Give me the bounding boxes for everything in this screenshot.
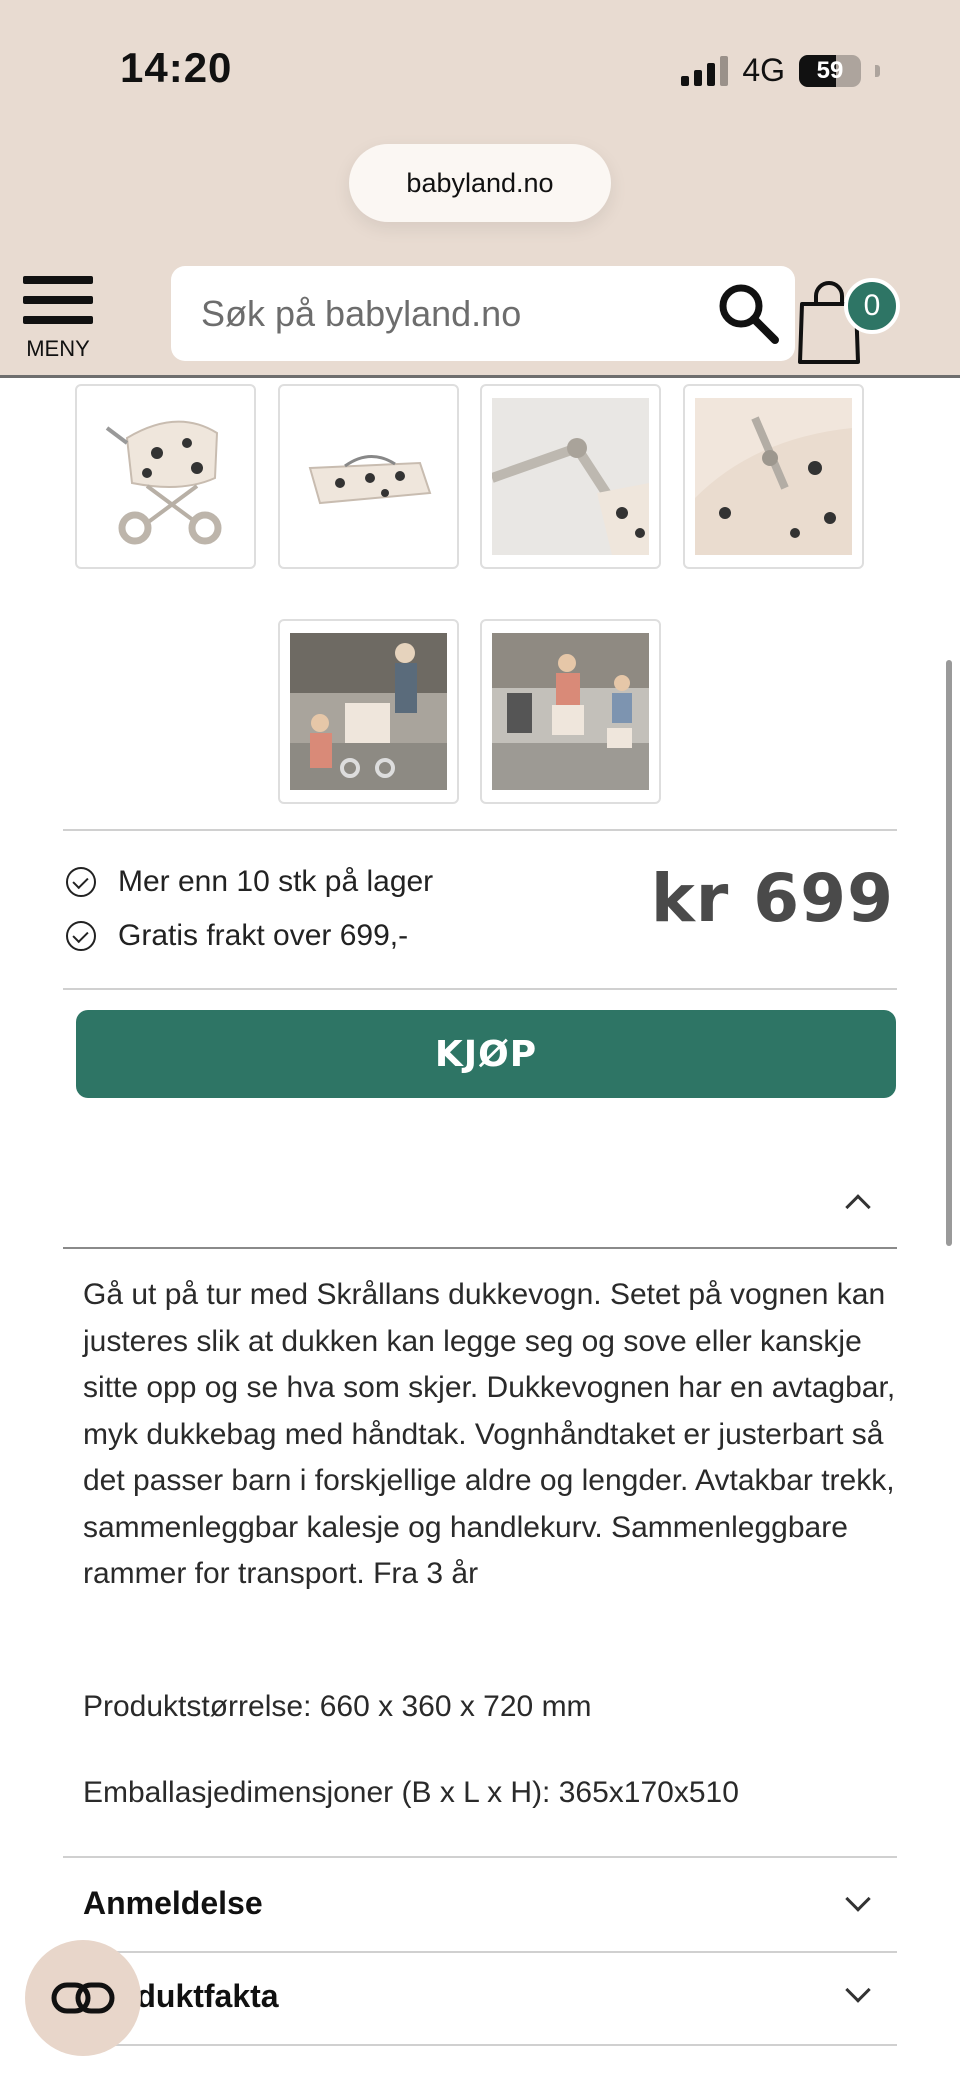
- divider: [63, 2044, 897, 2046]
- chevron-down-icon: [845, 1886, 871, 1912]
- network-type: 4G: [742, 52, 785, 88]
- product-facts-accordion[interactable]: Produktfakta: [63, 1953, 897, 2045]
- description-accordion-header[interactable]: [63, 1160, 897, 1248]
- url-bar[interactable]: babyland.no: [349, 144, 611, 222]
- stock-status: Mer enn 10 stk på lager: [66, 865, 433, 899]
- divider: [63, 988, 897, 990]
- divider: [63, 829, 897, 831]
- product-description: Gå ut på tur med Skrållans dukkevogn. Se…: [83, 1278, 896, 1590]
- hood-detail-icon: [695, 398, 852, 555]
- site-header: 14:20 4G 59 babyland.no MENY 0: [0, 0, 960, 378]
- lifestyle-photo-1-icon: [290, 633, 447, 790]
- shipping-text: Gratis frakt over 699,-: [118, 919, 409, 952]
- buy-button[interactable]: KJØP: [76, 1010, 896, 1098]
- divider: [63, 1247, 897, 1249]
- lifestyle-photo-2-icon: [492, 633, 649, 790]
- thumbnail-2[interactable]: [278, 384, 459, 569]
- product-price: kr 699: [650, 860, 894, 937]
- thumbnail-6[interactable]: [480, 619, 661, 804]
- chat-button[interactable]: [25, 1940, 141, 2056]
- status-indicators: 4G 59: [681, 52, 880, 89]
- link-loop-icon: [51, 1982, 115, 2014]
- thumbnail-5[interactable]: [278, 619, 459, 804]
- reviews-title: Anmeldelse: [83, 1885, 263, 1921]
- thumbnail-4[interactable]: [683, 384, 864, 569]
- cart-count-badge[interactable]: 0: [844, 278, 900, 334]
- shipping-info: Gratis frakt over 699,-: [66, 919, 408, 953]
- thumbnail-3[interactable]: [480, 384, 661, 569]
- search-icon[interactable]: [713, 278, 785, 350]
- menu-label: MENY: [26, 336, 90, 361]
- reviews-accordion[interactable]: Anmeldelse: [63, 1858, 897, 1950]
- scrollbar[interactable]: [946, 660, 952, 1246]
- chevron-down-icon: [845, 1977, 871, 2003]
- doll-pram-icon: [87, 398, 244, 555]
- package-size: Emballasjedimensjoner (B x L x H): 365x1…: [83, 1776, 739, 1809]
- frame-hinge-icon: [492, 398, 649, 555]
- signal-icon: [681, 55, 729, 86]
- search-bar: [171, 266, 795, 361]
- carrycot-icon: [290, 398, 447, 555]
- status-time: 14:20: [120, 44, 233, 91]
- menu-button[interactable]: MENY: [20, 276, 96, 376]
- check-circle-icon: [66, 921, 96, 951]
- product-size: Produktstørrelse: 660 x 360 x 720 mm: [83, 1690, 592, 1723]
- hamburger-icon: [23, 276, 93, 336]
- chevron-up-icon: [845, 1194, 871, 1220]
- thumbnail-1[interactable]: [75, 384, 256, 569]
- search-input[interactable]: [201, 292, 701, 335]
- check-circle-icon: [66, 867, 96, 897]
- battery-level: 59: [816, 56, 844, 84]
- battery-icon: 59: [799, 54, 861, 87]
- stock-text: Mer enn 10 stk på lager: [118, 865, 434, 898]
